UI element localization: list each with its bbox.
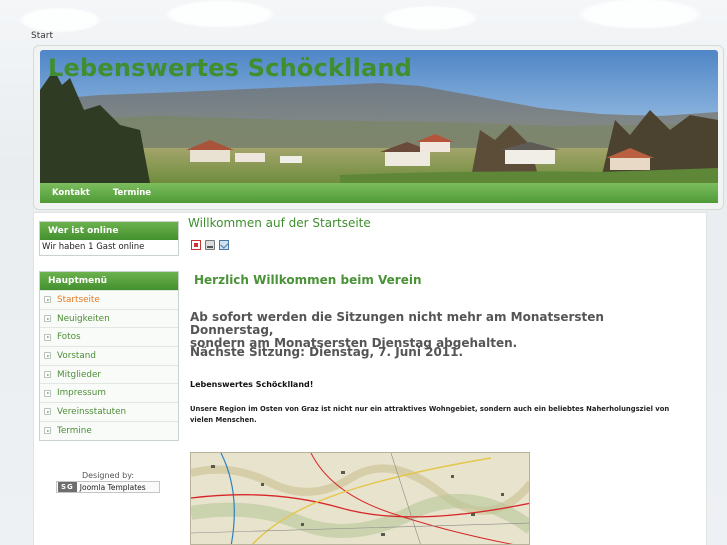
topnav-item-termine[interactable]: Termine (113, 188, 151, 198)
site-title[interactable]: Lebenswertes Schöcklland (48, 54, 412, 82)
bullet-icon (44, 296, 51, 304)
menu-item-neuigkeiten[interactable]: Neuigkeiten (40, 308, 178, 328)
menu-item-startseite[interactable]: Startseite (40, 290, 178, 309)
menu-item-termine[interactable]: Termine (40, 420, 178, 440)
menu-item-label: Startseite (57, 294, 100, 305)
template-credit-text: Joomla Templates (79, 482, 146, 492)
bullet-icon (44, 352, 51, 360)
article-title: Willkommen auf der Startseite (188, 216, 371, 230)
module-title: Hauptmenü (40, 272, 178, 290)
menu-item-vorstand[interactable]: Vorstand (40, 346, 178, 365)
next-session-text: Nächste Sitzung: Dienstag, 7. Juni 2011. (190, 345, 464, 359)
email-icon[interactable] (219, 240, 229, 250)
who-is-online-module: Wer ist online Wir haben 1 Gast online (39, 221, 179, 256)
menu-item-label: Termine (57, 425, 92, 436)
designed-by-label: Designed by: (81, 471, 135, 480)
region-map-image (190, 452, 530, 545)
online-status-text: Wir haben 1 Gast online (42, 242, 145, 252)
module-title: Wer ist online (40, 222, 178, 240)
template-credit-link[interactable]: SG Joomla Templates (56, 481, 160, 493)
menu-item-impressum[interactable]: Impressum (40, 383, 178, 403)
topnav-item-kontakt[interactable]: Kontakt (52, 188, 90, 198)
menu-item-vereinsstatuten[interactable]: Vereinsstatuten (40, 402, 178, 421)
welcome-heading: Herzlich Willkommen beim Verein (194, 273, 422, 287)
bullet-icon (44, 408, 51, 416)
menu-item-label: Mitglieder (57, 369, 101, 380)
bullet-icon (44, 389, 51, 397)
menu-item-label: Fotos (57, 332, 81, 343)
breadcrumb[interactable]: Start (31, 31, 53, 41)
article-actions (191, 240, 229, 250)
bullet-icon (44, 371, 51, 379)
notice-line: Ab sofort werden die Sitzungen nicht meh… (190, 310, 604, 337)
bullet-icon (44, 427, 51, 435)
region-description: Unsere Region im Osten von Graz ist nich… (190, 405, 670, 424)
main-menu-module: Hauptmenü Startseite Neuigkeiten Fotos V… (39, 271, 179, 441)
organization-name: Lebenswertes Schöcklland! (190, 380, 314, 389)
pdf-icon[interactable] (191, 240, 201, 250)
menu-item-mitglieder[interactable]: Mitglieder (40, 364, 178, 384)
menu-item-label: Vereinsstatuten (57, 406, 127, 417)
top-navigation: Kontakt Termine (40, 183, 718, 203)
menu-item-label: Vorstand (57, 350, 96, 361)
sg-logo-icon: SG (58, 482, 77, 492)
bullet-icon (44, 315, 51, 323)
menu-item-label: Impressum (57, 388, 106, 399)
menu-item-label: Neuigkeiten (57, 313, 110, 324)
menu-item-fotos[interactable]: Fotos (40, 327, 178, 347)
print-icon[interactable] (205, 240, 215, 250)
bullet-icon (44, 333, 51, 341)
